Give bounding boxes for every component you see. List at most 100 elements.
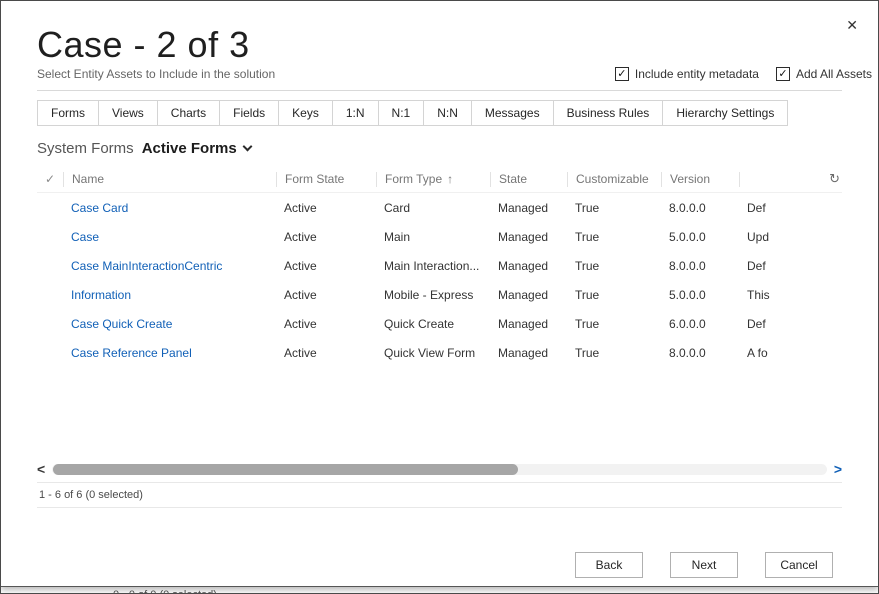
chevron-down-icon: [242, 142, 252, 152]
checkbox-checked-icon: ✓: [776, 67, 790, 81]
scrollbar-thumb[interactable]: [53, 464, 518, 475]
view-selector[interactable]: Active Forms: [142, 140, 251, 157]
column-header-description: [739, 172, 842, 187]
customizable-cell: True: [567, 201, 661, 215]
form-type-cell: Main Interaction...: [376, 259, 490, 273]
table-row[interactable]: InformationActiveMobile - ExpressManaged…: [37, 280, 842, 309]
dialog-header: Case - 2 of 3 Select Entity Assets to In…: [37, 25, 842, 91]
form-name-link[interactable]: Case: [63, 230, 276, 244]
description-cell: Upd: [739, 230, 842, 244]
version-cell: 8.0.0.0: [661, 346, 739, 360]
next-button[interactable]: Next: [670, 552, 738, 578]
form-name-link[interactable]: Case Card: [63, 201, 276, 215]
column-header-form-type[interactable]: Form Type↑: [376, 172, 490, 187]
grid-body: Case CardActiveCardManagedTrue8.0.0.0Def…: [37, 193, 842, 459]
form-state-cell: Active: [276, 259, 376, 273]
close-icon[interactable]: ✕: [846, 17, 858, 34]
include-entity-metadata-label: Include entity metadata: [635, 67, 759, 81]
add-assets-dialog: ✕ Case - 2 of 3 Select Entity Assets to …: [1, 1, 878, 587]
state-cell: Managed: [490, 201, 567, 215]
tab-business-rules[interactable]: Business Rules: [553, 100, 664, 126]
state-cell: Managed: [490, 346, 567, 360]
customizable-cell: True: [567, 288, 661, 302]
tab-views[interactable]: Views: [98, 100, 158, 126]
tab-n-n[interactable]: N:N: [423, 100, 472, 126]
refresh-icon[interactable]: ↻: [829, 171, 840, 187]
check-icon: ✓: [45, 172, 55, 186]
form-state-cell: Active: [276, 201, 376, 215]
version-cell: 6.0.0.0: [661, 317, 739, 331]
customizable-cell: True: [567, 317, 661, 331]
version-cell: 5.0.0.0: [661, 230, 739, 244]
column-header-version[interactable]: Version: [661, 172, 739, 187]
table-row[interactable]: Case CardActiveCardManagedTrue8.0.0.0Def: [37, 193, 842, 222]
column-header-state[interactable]: State: [490, 172, 567, 187]
section-label: System Forms: [37, 140, 134, 157]
forms-grid: System Forms Active Forms ✓ Name Form St…: [37, 136, 842, 508]
scroll-right-icon[interactable]: >: [834, 462, 842, 476]
customizable-cell: True: [567, 259, 661, 273]
description-cell: This: [739, 288, 842, 302]
state-cell: Managed: [490, 288, 567, 302]
sort-ascending-icon: ↑: [447, 172, 453, 186]
add-all-assets-label: Add All Assets: [796, 67, 872, 81]
form-name-link[interactable]: Case Reference Panel: [63, 346, 276, 360]
scroll-left-icon[interactable]: <: [37, 462, 45, 476]
record-count-status: 1 - 6 of 6 (0 selected): [37, 482, 842, 508]
description-cell: Def: [739, 317, 842, 331]
column-header-customizable[interactable]: Customizable: [567, 172, 661, 187]
form-state-cell: Active: [276, 230, 376, 244]
checkbox-checked-icon: ✓: [615, 67, 629, 81]
tab-charts[interactable]: Charts: [157, 100, 220, 126]
form-name-link[interactable]: Information: [63, 288, 276, 302]
grid-header: ✓ Name Form State Form Type↑ State Custo…: [37, 166, 842, 193]
column-header-name[interactable]: Name: [63, 172, 276, 187]
tab-forms[interactable]: Forms: [37, 100, 99, 126]
cancel-button[interactable]: Cancel: [765, 552, 833, 578]
form-name-link[interactable]: Case Quick Create: [63, 317, 276, 331]
table-row[interactable]: CaseActiveMainManagedTrue5.0.0.0Upd: [37, 222, 842, 251]
state-cell: Managed: [490, 317, 567, 331]
tab-strip: FormsViewsChartsFieldsKeys1:NN:1N:NMessa…: [37, 100, 842, 126]
form-type-cell: Quick View Form: [376, 346, 490, 360]
include-entity-metadata-checkbox[interactable]: ✓ Include entity metadata: [615, 67, 759, 81]
tab-hierarchy-settings[interactable]: Hierarchy Settings: [662, 100, 788, 126]
tab-keys[interactable]: Keys: [278, 100, 333, 126]
scrollbar-track[interactable]: [52, 464, 827, 475]
tab-messages[interactable]: Messages: [471, 100, 554, 126]
form-state-cell: Active: [276, 288, 376, 302]
tab-n-1[interactable]: N:1: [378, 100, 425, 126]
customizable-cell: True: [567, 346, 661, 360]
form-state-cell: Active: [276, 317, 376, 331]
view-selector-label: Active Forms: [142, 140, 237, 157]
form-state-cell: Active: [276, 346, 376, 360]
view-selector-row: System Forms Active Forms: [37, 136, 842, 166]
description-cell: A fo: [739, 346, 842, 360]
header-options: ✓ Include entity metadata ✓ Add All Asse…: [615, 67, 872, 81]
background-status-text: 0 - 0 of 0 (0 selected): [113, 589, 217, 594]
state-cell: Managed: [490, 230, 567, 244]
select-all-header[interactable]: ✓: [37, 172, 63, 187]
version-cell: 5.0.0.0: [661, 288, 739, 302]
page-title: Case - 2 of 3: [37, 25, 842, 65]
form-type-cell: Mobile - Express: [376, 288, 490, 302]
table-row[interactable]: Case MainInteractionCentricActiveMain In…: [37, 251, 842, 280]
form-type-cell: Main: [376, 230, 490, 244]
add-all-assets-checkbox[interactable]: ✓ Add All Assets: [776, 67, 872, 81]
tab-fields[interactable]: Fields: [219, 100, 279, 126]
customizable-cell: True: [567, 230, 661, 244]
tab-1-n[interactable]: 1:N: [332, 100, 379, 126]
state-cell: Managed: [490, 259, 567, 273]
form-name-link[interactable]: Case MainInteractionCentric: [63, 259, 276, 273]
version-cell: 8.0.0.0: [661, 201, 739, 215]
back-button[interactable]: Back: [575, 552, 643, 578]
table-row[interactable]: Case Reference PanelActiveQuick View For…: [37, 338, 842, 367]
description-cell: Def: [739, 201, 842, 215]
description-cell: Def: [739, 259, 842, 273]
table-row[interactable]: Case Quick CreateActiveQuick CreateManag…: [37, 309, 842, 338]
form-type-cell: Card: [376, 201, 490, 215]
version-cell: 8.0.0.0: [661, 259, 739, 273]
app-window: ✕ Case - 2 of 3 Select Entity Assets to …: [0, 0, 879, 594]
form-type-cell: Quick Create: [376, 317, 490, 331]
column-header-form-state[interactable]: Form State: [276, 172, 376, 187]
